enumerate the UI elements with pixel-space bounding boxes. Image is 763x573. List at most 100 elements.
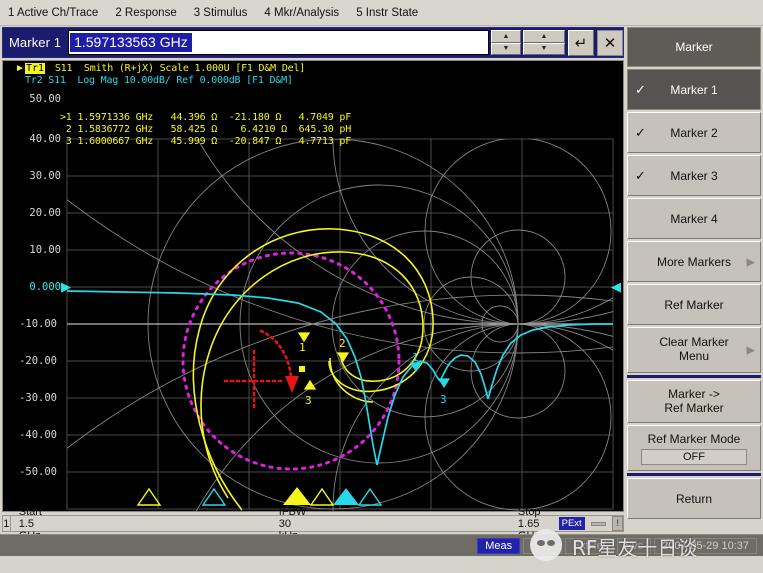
check-icon: ✓	[635, 81, 646, 97]
y-axis-label-30: 30.00	[29, 170, 61, 182]
stepper-coarse-down[interactable]: ▼	[491, 42, 521, 55]
marker-row-3: 3 1.6000667 GHz 45.999 Ω -20.847 Ω 4.771…	[25, 125, 351, 158]
status-extref: ExtRef	[564, 537, 614, 554]
check-icon: ✓	[635, 167, 646, 183]
bottom-marker-triangle-cyan-1	[201, 487, 227, 506]
close-icon[interactable]: ✕	[597, 29, 623, 56]
stepper-coarse[interactable]: ▲ ▼	[491, 30, 521, 55]
softkey-marker-2[interactable]: ✓ Marker 2	[627, 112, 761, 153]
softkey-marker-3[interactable]: ✓ Marker 3	[627, 155, 761, 196]
menu-item-stimulus[interactable]: 3 Stimulus	[194, 7, 248, 19]
entry-value-text: 1.597133563 GHz	[70, 33, 192, 52]
entry-bar: Marker 1 1.597133563 GHz ▲ ▼ ▲ ▼ ↵ ✕	[2, 27, 624, 58]
softkey-return[interactable]: Return	[627, 478, 761, 519]
check-icon: ✓	[635, 124, 646, 140]
status-stop[interactable]: Stop	[523, 537, 562, 554]
y-axis-label-m50: -50.00	[19, 466, 57, 478]
entry-value-field[interactable]: 1.597133563 GHz	[68, 30, 489, 55]
stepper-coarse-up[interactable]: ▲	[491, 30, 521, 43]
smith-marker-label-2: 2	[339, 337, 346, 350]
softkey-marker-4-label: Marker 4	[670, 211, 718, 226]
smith-marker-label-1: 1	[299, 341, 306, 354]
softkey-marker-4[interactable]: Marker 4	[627, 198, 761, 239]
y-axis-label-10: 10.00	[29, 244, 61, 256]
bottom-marker-triangle-yellow-filled	[283, 487, 311, 505]
softkey-ref-marker-mode-value[interactable]: OFF	[641, 448, 747, 465]
softkey-marker-2-label: Marker 2	[670, 125, 718, 140]
stepper-fine[interactable]: ▲ ▼	[523, 30, 565, 55]
status-meas[interactable]: Meas	[477, 537, 521, 554]
bottom-marker-triangle-cyan-filled	[333, 488, 359, 505]
y-axis-label-m10: -10.00	[19, 318, 57, 330]
chevron-right-icon: ▶	[746, 256, 755, 268]
y-axis-label-20: 20.00	[29, 207, 61, 219]
entry-bar-label: Marker 1	[9, 35, 62, 50]
marker-row-3-r: 45.999 Ω	[170, 136, 218, 147]
menu-item-mkr-analysis[interactable]: 4 Mkr/Analysis	[264, 7, 339, 19]
smith-marker-label-3: 3	[305, 394, 312, 407]
softkey-return-label: Return	[675, 491, 713, 506]
logmag-marker-label-3: 3	[440, 393, 447, 406]
softkey-clear-marker-menu-label: Clear Marker Menu	[659, 335, 729, 363]
softkey-marker-to-ref-marker[interactable]: Marker -> Ref Marker	[627, 380, 761, 423]
warning-badge[interactable]: !	[612, 516, 623, 531]
y-axis-label-m40: -40.00	[19, 429, 57, 441]
trace2-info: Tr2 S11 Log Mag 10.00dB/ Ref 0.000dB [F1…	[25, 75, 293, 86]
active-trace-arrow-icon: ►	[15, 63, 25, 74]
y-axis-label-0: 0.000	[29, 281, 61, 293]
trace1-info: S11 Smith (R+jX) Scale 1.000U [F1 D&M De…	[49, 63, 306, 74]
softkey-menu-title: Marker	[627, 27, 761, 67]
softkey-marker-3-label: Marker 3	[670, 168, 718, 183]
smith-marker-labels: 1 2 3	[299, 337, 346, 407]
softkey-clear-marker-menu[interactable]: Clear Marker Menu ▶	[627, 327, 761, 373]
vna-application-window: 1 Active Ch/Trace 2 Response 3 Stimulus …	[0, 0, 763, 573]
stepper-fine-down[interactable]: ▼	[523, 42, 565, 55]
smith-trace-yellow-inner	[200, 251, 424, 499]
y-axis-label-m20: -20.00	[19, 355, 57, 367]
status-bar: Meas Stop ExtRef Svc 2007-05-29 10:37	[0, 534, 763, 556]
channel-info-bar: 1 Start 1.5 GHz IFBW 30 kHz Stop 1.65 GH…	[2, 506, 624, 542]
softkey-ref-marker-label: Ref Marker	[664, 297, 724, 312]
softkey-marker-1[interactable]: ✓ Marker 1	[627, 69, 761, 110]
softkey-divider	[627, 375, 761, 378]
marker-row-3-freq: 1.6000667 GHz	[77, 136, 154, 147]
softkey-menu: Marker ✓ Marker 1 ✓ Marker 2 ✓ Marker 3 …	[627, 27, 761, 535]
channel-number: 1	[3, 516, 11, 531]
bottom-marker-triangle-cyan-2	[357, 487, 383, 506]
y-axis-label-m30: -30.00	[19, 392, 57, 404]
menu-item-response[interactable]: 2 Response	[115, 7, 176, 19]
chevron-right-icon: ▶	[746, 344, 755, 357]
trace1-tag[interactable]: Tr1	[25, 63, 46, 74]
softkey-marker-1-label: Marker 1	[670, 82, 718, 97]
marker-row-3-sel: 3	[59, 136, 72, 147]
port-extension-badge[interactable]: PExt	[558, 517, 585, 530]
graph-panel[interactable]: 1 2 3 1 3 ► Tr1 S11 Smith (R+jX) Scale 1…	[2, 60, 624, 512]
ref-marker-crosshair	[223, 329, 293, 413]
softkey-divider	[627, 473, 761, 476]
status-datetime: 2007-05-29 10:37	[654, 537, 757, 554]
bottom-marker-triangle-yellow-2	[309, 487, 335, 506]
menu-bar: 1 Active Ch/Trace 2 Response 3 Stimulus …	[0, 0, 763, 26]
softkey-marker-to-ref-marker-label: Marker -> Ref Marker	[664, 386, 724, 415]
menu-item-instr-state[interactable]: 5 Instr State	[356, 7, 418, 19]
ref-level-arrow-icon[interactable]: ▶	[61, 280, 71, 293]
status-svc: Svc	[616, 537, 652, 554]
y-axis-label-50: 50.00	[29, 93, 61, 105]
marker-row-3-x: -20.847 Ω	[228, 136, 282, 147]
softkey-ref-marker-mode[interactable]: Ref Marker Mode OFF	[627, 425, 761, 471]
ref-level-arrow-right-icon[interactable]: ◀	[611, 280, 621, 293]
bottom-marker-triangle-yellow-1	[136, 487, 162, 506]
softkey-more-markers-label: More Markers	[656, 254, 731, 269]
menu-item-active-ch-trace[interactable]: 1 Active Ch/Trace	[8, 7, 98, 19]
bottom-marker-triangles	[136, 487, 383, 506]
ref-marker-triangle-icon	[285, 376, 299, 393]
y-axis-label-40: 40.00	[29, 133, 61, 145]
stepper-fine-up[interactable]: ▲	[523, 30, 565, 43]
enter-button[interactable]: ↵	[568, 29, 594, 56]
marker-row-3-c: 4.7713 pF	[298, 136, 352, 147]
softkey-more-markers[interactable]: More Markers ▶	[627, 241, 761, 282]
link-icon	[590, 521, 607, 526]
softkey-ref-marker[interactable]: Ref Marker	[627, 284, 761, 325]
softkey-ref-marker-mode-label: Ref Marker Mode	[647, 431, 741, 446]
smith-trace-yellow-tail	[329, 357, 374, 403]
